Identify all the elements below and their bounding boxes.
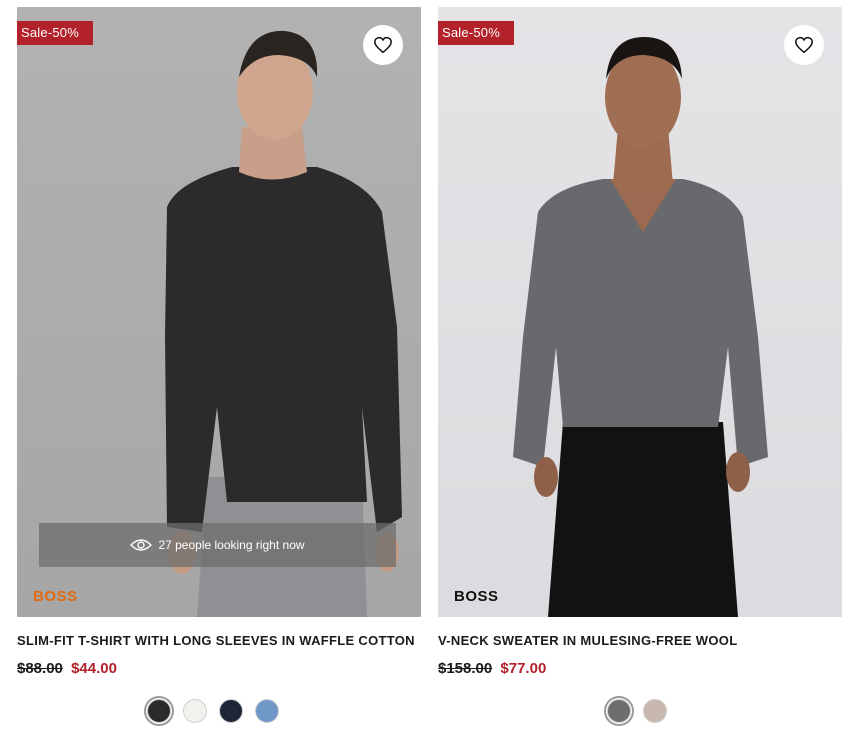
original-price: $88.00 bbox=[17, 660, 63, 677]
product-title[interactable]: SLIM-FIT T-SHIRT WITH LONG SLEEVES IN WA… bbox=[17, 633, 421, 648]
brand-label: BOSS bbox=[454, 588, 499, 605]
color-swatch-black[interactable] bbox=[144, 696, 174, 726]
product-card[interactable]: Sale-50% 27 people looking right now BOS… bbox=[17, 7, 421, 726]
heart-outline-icon bbox=[795, 36, 813, 54]
viewers-notice: 27 people looking right now bbox=[39, 523, 396, 567]
sale-badge: Sale-50% bbox=[438, 21, 514, 45]
color-swatch-grey[interactable] bbox=[604, 696, 634, 726]
wishlist-button[interactable] bbox=[784, 25, 824, 65]
sale-badge: Sale-50% bbox=[17, 21, 93, 45]
color-swatch-beige[interactable] bbox=[643, 699, 667, 723]
color-swatch-white[interactable] bbox=[183, 699, 207, 723]
sale-price: $77.00 bbox=[500, 660, 547, 677]
product-image[interactable]: Sale-50% BOSS bbox=[438, 7, 842, 617]
product-photo-illustration bbox=[513, 37, 768, 617]
product-card[interactable]: Sale-50% BOSS V-NECK SWEATER IN MULESING… bbox=[438, 7, 842, 726]
heart-outline-icon bbox=[374, 36, 392, 54]
price-block: $88.00 $44.00 bbox=[17, 660, 117, 677]
product-image[interactable]: Sale-50% 27 people looking right now BOS… bbox=[17, 7, 421, 617]
eye-icon bbox=[130, 539, 153, 551]
color-swatch-navy[interactable] bbox=[219, 699, 243, 723]
price-block: $158.00 $77.00 bbox=[438, 660, 546, 677]
sale-price: $44.00 bbox=[71, 660, 117, 677]
color-swatches bbox=[144, 696, 279, 726]
color-swatches bbox=[604, 696, 667, 726]
color-swatch-blue[interactable] bbox=[255, 699, 279, 723]
viewers-text: 27 people looking right now bbox=[158, 538, 305, 552]
brand-label: BOSS bbox=[33, 588, 78, 605]
product-title[interactable]: V-NECK SWEATER IN MULESING-FREE WOOL bbox=[438, 633, 842, 648]
wishlist-button[interactable] bbox=[363, 25, 403, 65]
original-price: $158.00 bbox=[438, 660, 493, 677]
